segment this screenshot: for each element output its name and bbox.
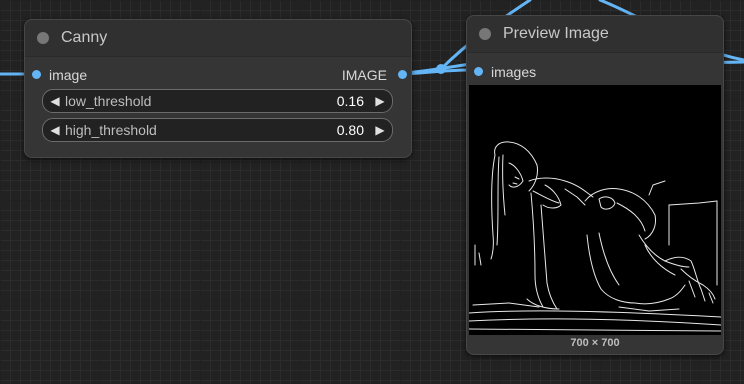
- input-slot-icon[interactable]: [474, 67, 483, 76]
- canny-edge-image: [468, 141, 722, 332]
- increment-icon[interactable]: ▶: [372, 123, 388, 137]
- link-reroute-dot: [436, 64, 446, 74]
- slot-row: images: [467, 60, 723, 84]
- collapse-dot-icon[interactable]: [37, 32, 49, 44]
- widget-value[interactable]: 0.80: [337, 122, 364, 138]
- input-slot-icon[interactable]: [32, 70, 41, 79]
- node-title-bar[interactable]: Preview Image: [467, 16, 723, 53]
- high-threshold-widget[interactable]: ◀ high_threshold 0.80 ▶: [42, 118, 393, 142]
- slot-row: image IMAGE: [25, 63, 411, 87]
- widget-label: high_threshold: [65, 122, 157, 138]
- image-dimensions-label: 700 × 700: [570, 337, 620, 349]
- output-label: IMAGE: [341, 67, 387, 83]
- canny-node[interactable]: Canny image IMAGE ◀ low_threshold 0.16 ▶…: [24, 19, 412, 158]
- widget-value[interactable]: 0.16: [337, 93, 364, 109]
- decrement-icon[interactable]: ◀: [47, 94, 63, 108]
- node-title: Preview Image: [503, 25, 609, 42]
- node-title: Canny: [61, 29, 108, 46]
- input-label: images: [491, 64, 537, 80]
- collapse-dot-icon[interactable]: [479, 28, 491, 40]
- node-title-bar[interactable]: Canny: [25, 20, 411, 57]
- output-slot-icon[interactable]: [398, 70, 407, 79]
- low-threshold-widget[interactable]: ◀ low_threshold 0.16 ▶: [42, 89, 393, 113]
- widget-label: low_threshold: [65, 93, 152, 109]
- increment-icon[interactable]: ▶: [372, 94, 388, 108]
- preview-image[interactable]: [468, 85, 722, 335]
- input-label: image: [49, 67, 88, 83]
- graph-canvas[interactable]: Canny image IMAGE ◀ low_threshold 0.16 ▶…: [0, 0, 744, 384]
- preview-image-node[interactable]: Preview Image images 700 × 700: [466, 15, 724, 355]
- decrement-icon[interactable]: ◀: [47, 123, 63, 137]
